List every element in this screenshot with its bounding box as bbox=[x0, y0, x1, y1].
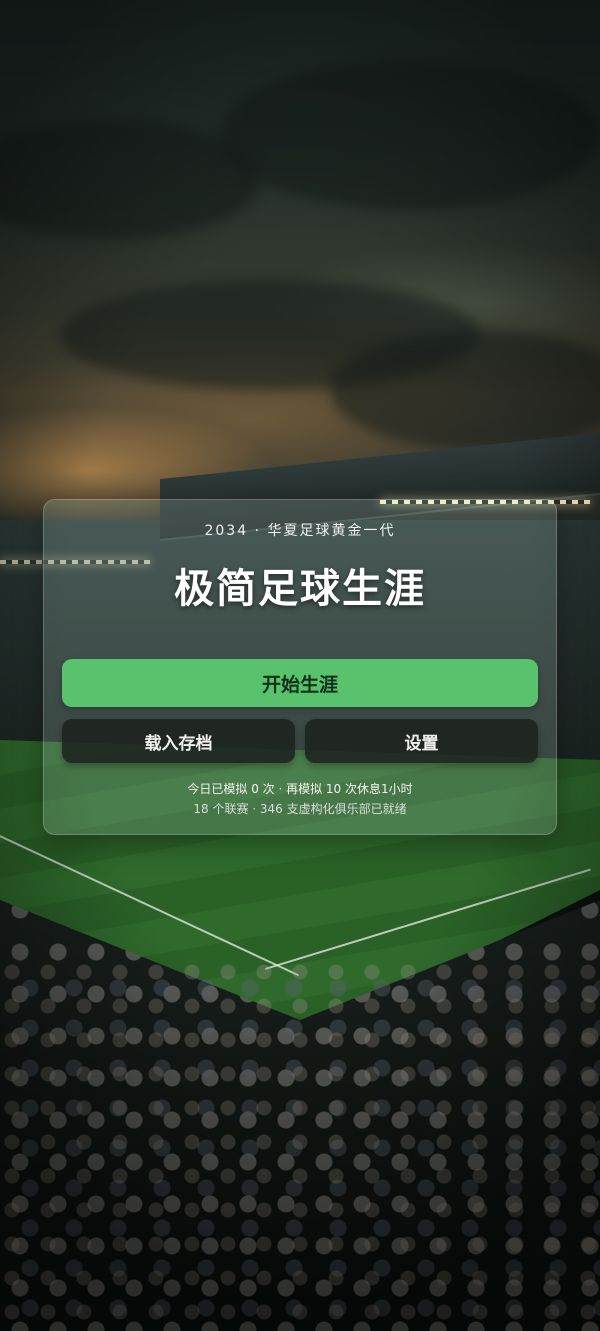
game-title: 极简足球生涯 bbox=[174, 566, 426, 612]
start-career-button[interactable]: 开始生涯 bbox=[62, 659, 538, 707]
game-screen: 2034 · 华夏足球黄金一代 极简足球生涯 开始生涯 载入存档 设置 今日已模… bbox=[0, 0, 600, 1331]
main-menu-card: 2034 · 华夏足球黄金一代 极简足球生涯 开始生涯 载入存档 设置 今日已模… bbox=[43, 499, 557, 835]
load-save-button[interactable]: 载入存档 bbox=[62, 719, 295, 763]
game-subtitle: 2034 · 华夏足球黄金一代 bbox=[204, 523, 396, 539]
league-info-text: 18 个联赛 · 346 支虚构化俱乐部已就绪 bbox=[193, 802, 407, 816]
simulation-count-text: 今日已模拟 0 次 · 再模拟 10 次休息1小时 bbox=[187, 782, 413, 796]
settings-button[interactable]: 设置 bbox=[305, 719, 538, 763]
